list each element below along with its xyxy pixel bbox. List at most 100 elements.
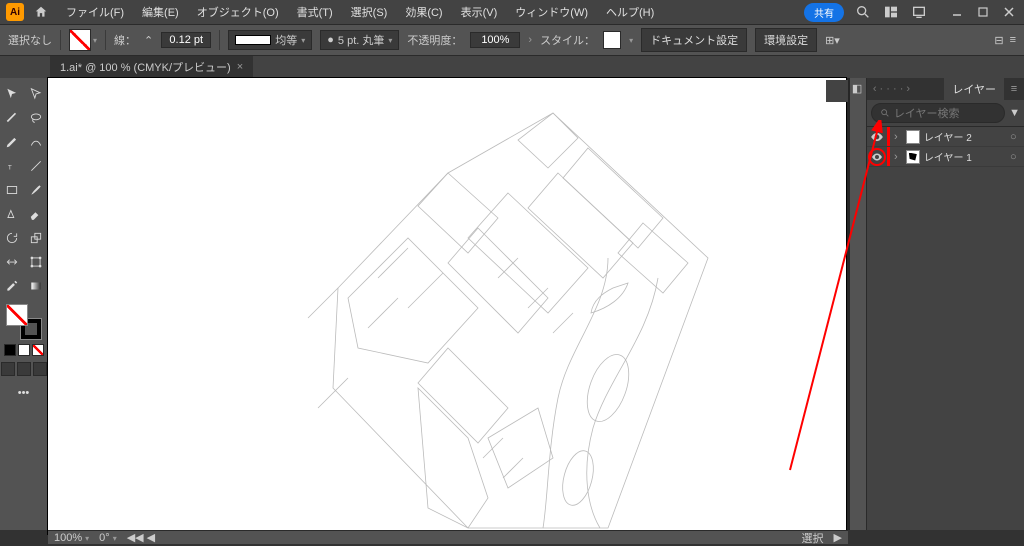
- options-collapse-icon[interactable]: ⊟: [994, 34, 1003, 47]
- free-transform-tool[interactable]: [25, 251, 47, 273]
- filter-icon[interactable]: ▼: [1009, 107, 1020, 119]
- layer-row[interactable]: › レイヤー 1 ○: [867, 147, 1024, 167]
- home-icon[interactable]: [32, 3, 50, 21]
- layers-tab[interactable]: レイヤー: [944, 78, 1004, 100]
- scale-tool[interactable]: [25, 227, 47, 249]
- dock-panel-icon[interactable]: ◧: [852, 82, 864, 94]
- artwork-floorplan: [48, 78, 846, 534]
- artboard[interactable]: [48, 78, 846, 534]
- direct-selection-tool[interactable]: [25, 83, 47, 105]
- draw-normal-icon[interactable]: [1, 362, 15, 376]
- edit-toolbar-icon[interactable]: •••: [13, 382, 35, 404]
- preferences-button[interactable]: 環境設定: [755, 28, 817, 52]
- align-icon[interactable]: ⊞▾: [825, 34, 840, 47]
- panel-tab-hidden[interactable]: ‹ · · · · ›: [867, 78, 945, 100]
- status-bar: 100% 0° ◀◀ ◀ 選択 ▶: [48, 530, 848, 544]
- expand-layer-icon[interactable]: ›: [890, 151, 902, 163]
- chevron-down-icon[interactable]: [629, 34, 633, 46]
- document-tab-label: 1.ai* @ 100 % (CMYK/プレビュー): [60, 59, 231, 75]
- stroke-decrement[interactable]: ⌃: [144, 34, 153, 47]
- layer-thumbnail: [906, 130, 920, 144]
- layer-name[interactable]: レイヤー 1: [924, 149, 1010, 164]
- draw-behind-icon[interactable]: [17, 362, 31, 376]
- layer-search-input[interactable]: レイヤー検索: [871, 103, 1005, 123]
- layer-row[interactable]: › レイヤー 2 ○: [867, 127, 1024, 147]
- canvas-area[interactable]: [48, 78, 850, 530]
- chevron-down-icon[interactable]: [93, 34, 97, 46]
- rotate-tool[interactable]: [1, 227, 23, 249]
- shaper-tool[interactable]: [1, 203, 23, 225]
- opacity-label: 不透明度：: [407, 32, 462, 48]
- line-tool[interactable]: [25, 155, 47, 177]
- panel-menu-icon[interactable]: ≡: [1004, 78, 1024, 100]
- stroke-preview: [235, 35, 271, 45]
- menu-file[interactable]: ファイル(F): [58, 4, 132, 20]
- stroke-width-input[interactable]: 0.12 pt: [161, 32, 211, 48]
- expand-layer-icon[interactable]: ›: [890, 131, 902, 143]
- search-icon[interactable]: [854, 3, 872, 21]
- close-tab-icon[interactable]: ×: [237, 61, 243, 73]
- menu-select[interactable]: 選択(S): [343, 4, 396, 20]
- layers-panel: ‹ · · · · › レイヤー ≡ レイヤー検索 ▼ › レイヤー 2 ○: [866, 78, 1024, 530]
- menu-edit[interactable]: 編集(E): [134, 4, 187, 20]
- type-tool[interactable]: T: [1, 155, 23, 177]
- draw-inside-icon[interactable]: [33, 362, 47, 376]
- visibility-toggle[interactable]: [867, 130, 887, 144]
- share-button[interactable]: 共有: [804, 3, 844, 22]
- options-menu-icon[interactable]: ≡: [1010, 34, 1016, 46]
- menu-help[interactable]: ヘルプ(H): [598, 4, 662, 20]
- window-close-icon[interactable]: [1000, 3, 1018, 21]
- eyedropper-tool[interactable]: [1, 275, 23, 297]
- eraser-tool[interactable]: [25, 203, 47, 225]
- arrange-docs-icon[interactable]: [882, 3, 900, 21]
- stroke-profile-dropdown[interactable]: 均等: [228, 30, 312, 50]
- menu-type[interactable]: 書式(T): [289, 4, 341, 20]
- fill-stroke-control[interactable]: [6, 304, 42, 340]
- target-icon[interactable]: ○: [1010, 131, 1024, 143]
- separator: [219, 30, 220, 50]
- artboard-nav[interactable]: ◀◀ ◀: [127, 531, 155, 544]
- menu-effect[interactable]: 効果(C): [397, 4, 450, 20]
- screen-mode-row: [1, 362, 47, 376]
- graphic-style-swatch[interactable]: [603, 31, 621, 49]
- menu-view[interactable]: 表示(V): [453, 4, 506, 20]
- window-maximize-icon[interactable]: [974, 3, 992, 21]
- status-nav-right[interactable]: ▶: [834, 531, 842, 544]
- rotate-view-control[interactable]: 0°: [99, 532, 117, 544]
- paintbrush-tool[interactable]: [25, 179, 47, 201]
- fill-swatch[interactable]: [69, 29, 91, 51]
- window-minimize-icon[interactable]: [948, 3, 966, 21]
- layer-name[interactable]: レイヤー 2: [924, 129, 1010, 144]
- highlighted-visibility-icon[interactable]: [868, 148, 886, 166]
- fill-stroke-swatches[interactable]: [69, 29, 97, 51]
- fill-color[interactable]: [6, 304, 28, 326]
- separator: [105, 30, 106, 50]
- app-icon[interactable]: Ai: [6, 3, 24, 21]
- brush-dropdown[interactable]: ●5 pt. 丸筆: [320, 30, 399, 50]
- document-setup-button[interactable]: ドキュメント設定: [641, 28, 747, 52]
- menu-window[interactable]: ウィンドウ(W): [507, 4, 596, 20]
- opacity-input[interactable]: 100%: [470, 32, 520, 48]
- chevron-down-icon: [388, 34, 392, 46]
- color-mode-solid[interactable]: [4, 344, 16, 356]
- pen-tool[interactable]: [1, 131, 23, 153]
- visibility-toggle[interactable]: [867, 148, 887, 166]
- collapsed-panel-dock: ◧: [850, 78, 866, 530]
- color-mode-gradient[interactable]: [18, 344, 30, 356]
- color-mode-none[interactable]: [32, 344, 44, 356]
- target-icon[interactable]: ○: [1010, 151, 1024, 163]
- workspace-icon[interactable]: [910, 3, 928, 21]
- menu-object[interactable]: オブジェクト(O): [189, 4, 287, 20]
- gradient-tool[interactable]: [25, 275, 47, 297]
- properties-panel-toggle[interactable]: [826, 80, 848, 102]
- zoom-control[interactable]: 100%: [54, 532, 89, 544]
- curvature-tool[interactable]: [25, 131, 47, 153]
- document-tab[interactable]: 1.ai* @ 100 % (CMYK/プレビュー) ×: [50, 56, 253, 78]
- rectangle-tool[interactable]: [1, 179, 23, 201]
- width-tool[interactable]: [1, 251, 23, 273]
- opacity-chevron[interactable]: ›: [528, 34, 532, 46]
- selection-tool[interactable]: [1, 83, 23, 105]
- layer-thumbnail: [906, 150, 920, 164]
- lasso-tool[interactable]: [25, 107, 47, 129]
- magic-wand-tool[interactable]: [1, 107, 23, 129]
